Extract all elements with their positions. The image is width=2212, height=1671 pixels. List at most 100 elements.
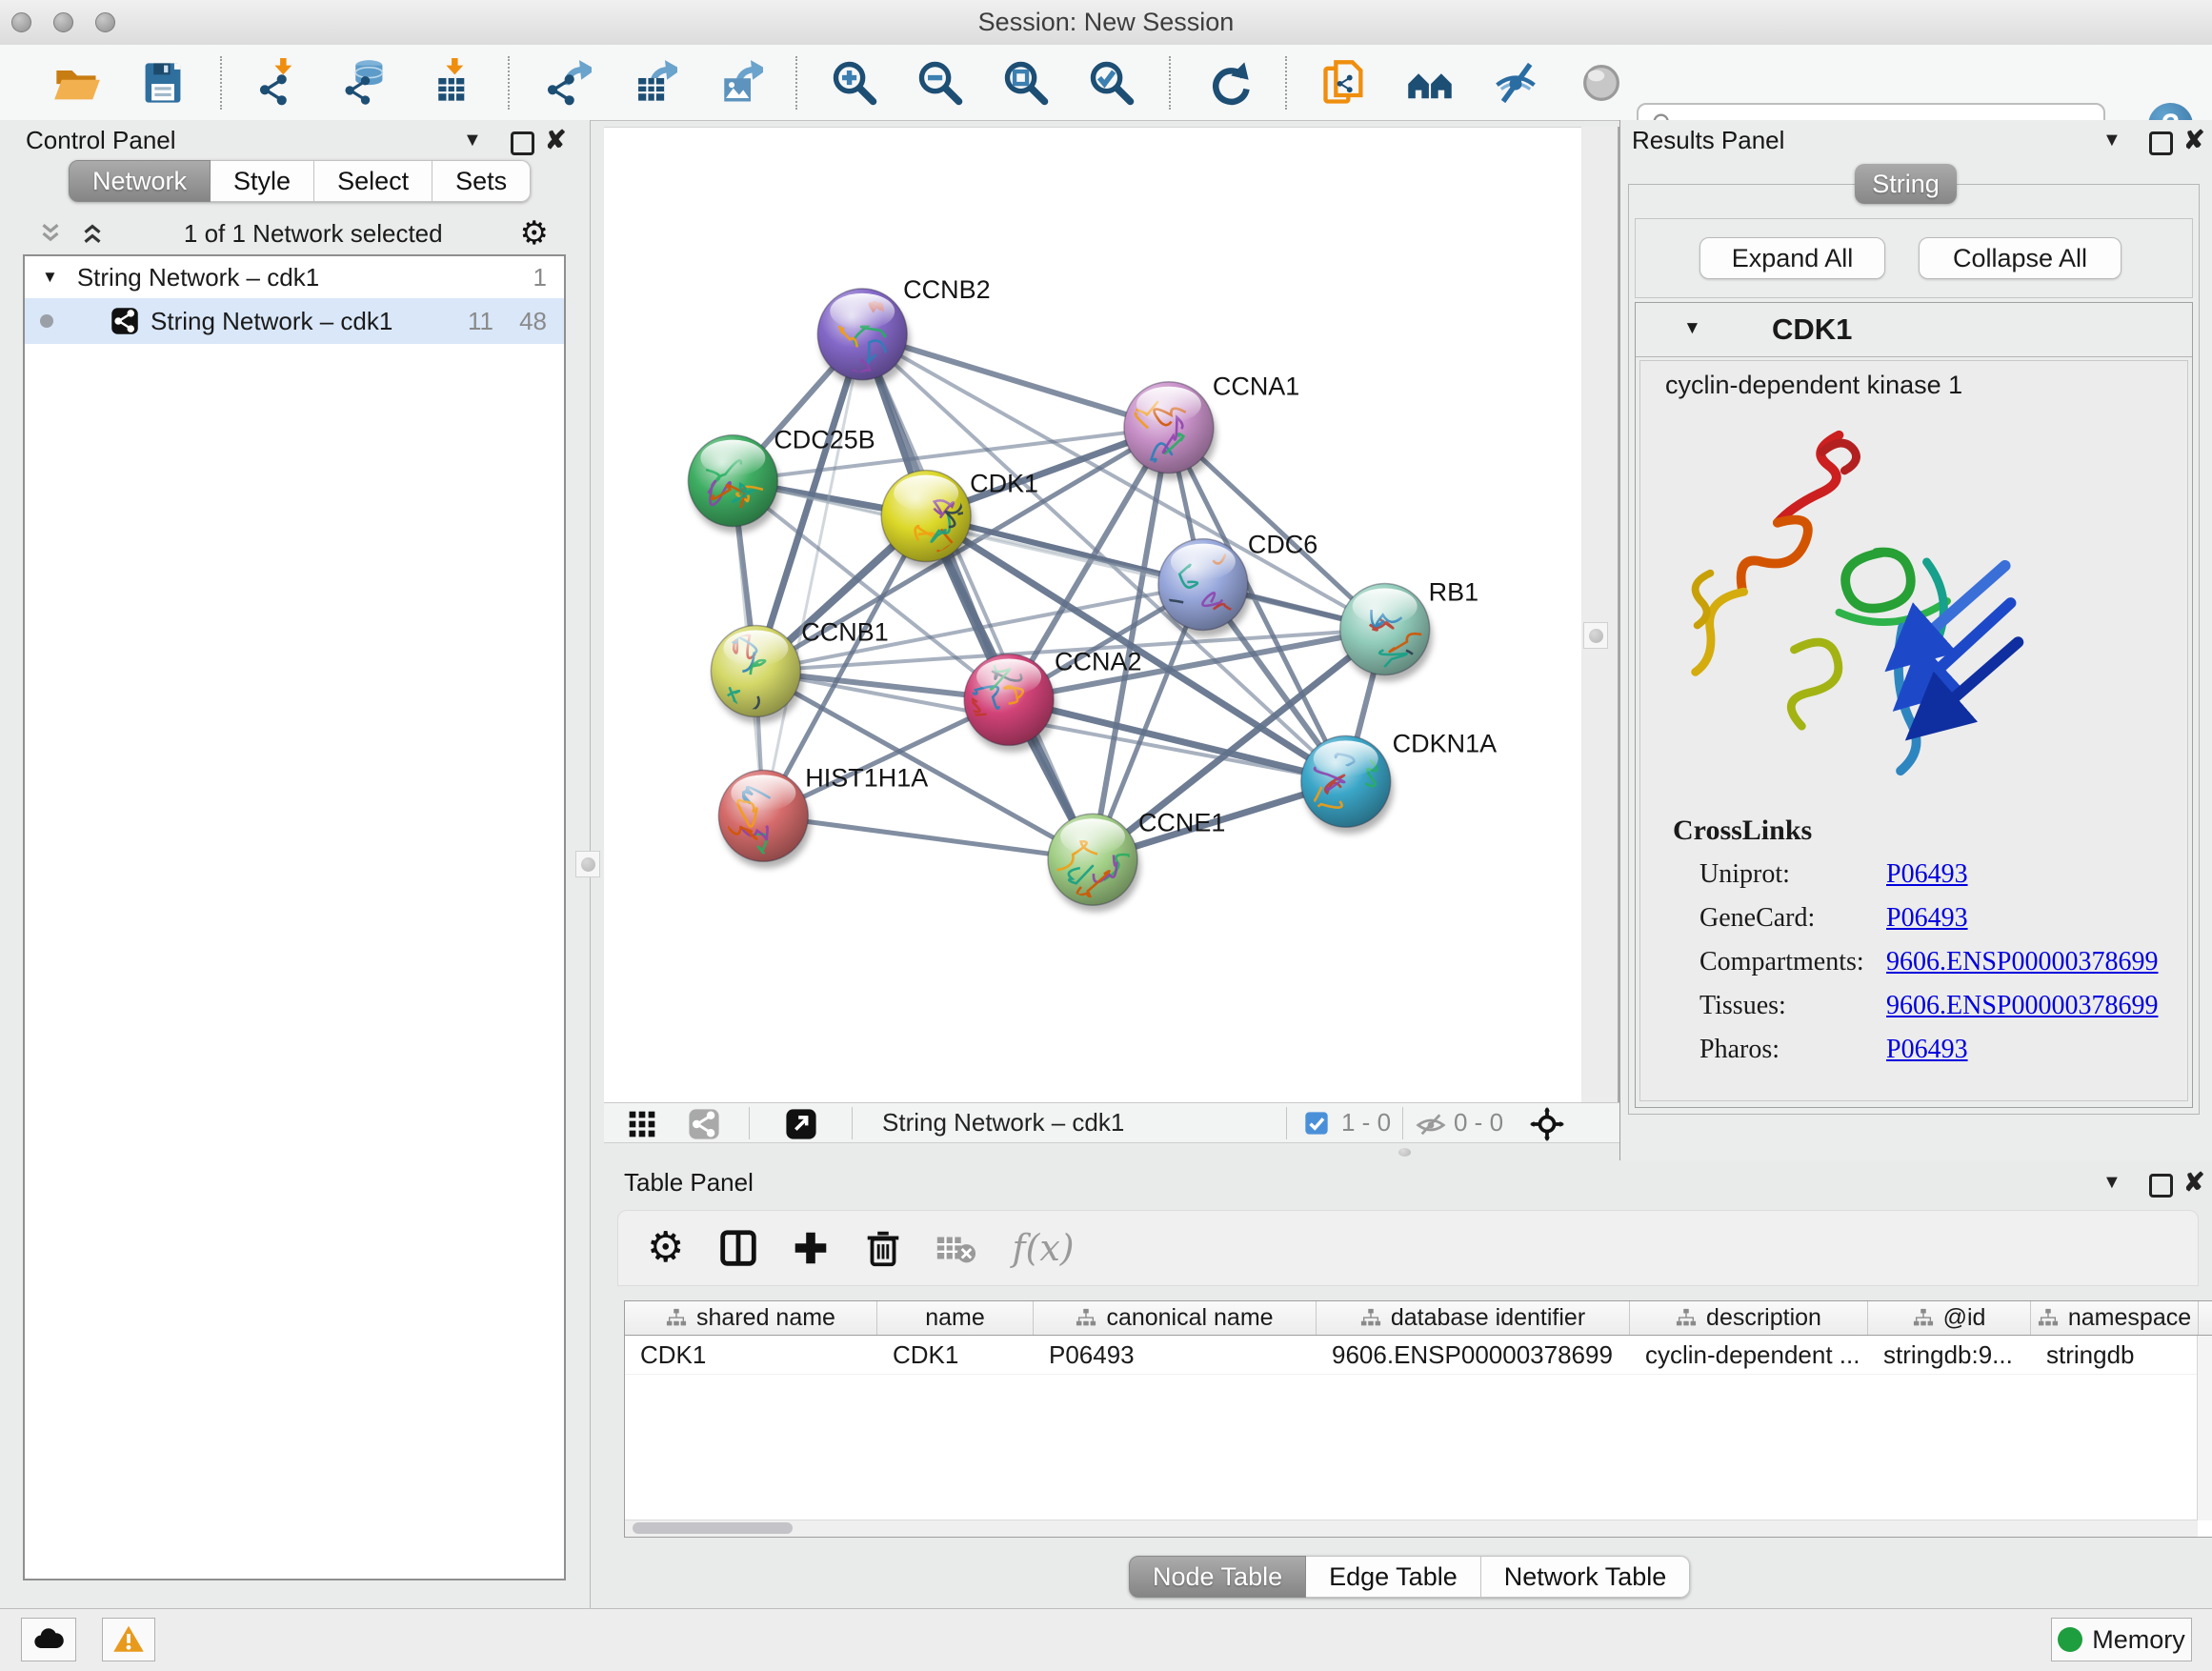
hidden-eye-slash-icon <box>1416 1110 1446 1140</box>
import-network-icon[interactable] <box>254 58 304 108</box>
show-columns-icon[interactable] <box>716 1226 760 1270</box>
selected-checkbox-icon[interactable] <box>1303 1110 1330 1137</box>
network-node-CDKN1A[interactable] <box>1301 735 1394 834</box>
eye-slash-icon[interactable] <box>1491 58 1540 108</box>
column-header--id[interactable]: @id <box>1868 1301 2031 1335</box>
tab-network-table[interactable]: Network Table <box>1481 1556 1691 1598</box>
table-panel-menu-icon[interactable]: ▼ <box>2102 1172 2122 1194</box>
save-icon[interactable] <box>138 58 188 108</box>
tab-sets[interactable]: Sets <box>432 160 531 202</box>
control-panel-close-icon[interactable]: ✘ <box>545 126 567 155</box>
table-cell[interactable]: P06493 <box>1034 1336 1317 1374</box>
right-splitter-handle[interactable] <box>1583 622 1608 649</box>
scrollbar-handle[interactable] <box>633 1522 793 1534</box>
collapse-all-chevron-icon[interactable] <box>36 219 65 248</box>
collapse-all-button[interactable]: Collapse All <box>1919 237 2122 279</box>
table-cell[interactable]: stringdb:9... <box>1868 1336 2031 1374</box>
tab-string[interactable]: String <box>1855 164 1957 204</box>
grid-view-icon[interactable] <box>627 1109 657 1139</box>
network-node-CCNA1[interactable] <box>1124 382 1217 480</box>
node-table-header: shared namenamecanonical namedatabase id… <box>625 1301 2212 1336</box>
export-image-icon[interactable] <box>714 58 763 108</box>
zoom-fit-icon[interactable] <box>1001 58 1051 108</box>
network-collection-row[interactable]: ▼ String Network – cdk1 1 <box>25 256 564 298</box>
string-view-icon[interactable] <box>688 1108 720 1140</box>
refresh-icon[interactable] <box>1203 58 1253 108</box>
network-node-CDK1[interactable] <box>881 471 974 569</box>
documents-share-icon[interactable] <box>1319 58 1369 108</box>
warnings-button[interactable] <box>102 1618 155 1661</box>
zoom-selected-icon[interactable] <box>1087 58 1136 108</box>
expand-all-button[interactable]: Expand All <box>1699 237 1885 279</box>
table-cell[interactable]: CDK1 <box>625 1336 877 1374</box>
network-view-canvas[interactable]: CCNB2CCNA1CDC25BCDK1CDC6RB1CCNB1CCNA2CDK… <box>604 127 1581 1102</box>
table-settings-gear-icon[interactable]: ⚙ <box>647 1226 684 1270</box>
results-panel-close-icon[interactable]: ✘ <box>2183 126 2205 155</box>
column-header-name[interactable]: name <box>877 1301 1034 1335</box>
expand-collapse-box: Expand All Collapse All <box>1635 218 2193 298</box>
crosslink-link[interactable]: 9606.ENSP00000378699 <box>1886 940 2158 984</box>
gene-card-header[interactable]: ▼ CDK1 <box>1636 303 2192 357</box>
table-horizontal-scrollbar[interactable] <box>625 1520 2198 1537</box>
control-panel-float-icon[interactable] <box>511 131 534 155</box>
tab-edge-table[interactable]: Edge Table <box>1306 1556 1481 1598</box>
crosslink-link[interactable]: P06493 <box>1886 1028 1968 1072</box>
gene-card-disclosure-icon[interactable]: ▼ <box>1683 318 1701 339</box>
column-header-shared-name[interactable]: shared name <box>625 1301 877 1335</box>
results-panel-menu-icon[interactable]: ▼ <box>2102 130 2122 151</box>
open-view-icon[interactable] <box>785 1108 817 1140</box>
network-edge-CCNB2-HIST1H1A[interactable] <box>763 334 862 816</box>
table-row[interactable]: CDK1CDK1P064939606.ENSP00000378699cyclin… <box>625 1336 2212 1375</box>
tab-style[interactable]: Style <box>211 160 314 202</box>
import-table-icon[interactable] <box>426 58 475 108</box>
network-node-CDC25B[interactable] <box>688 435 780 534</box>
title-bar: Session: New Session <box>0 0 2212 46</box>
crosslink-link[interactable]: P06493 <box>1886 853 1968 896</box>
column-header-namespace[interactable]: namespace <box>2031 1301 2199 1335</box>
memory-button[interactable]: Memory <box>2051 1618 2192 1661</box>
network-node-CCNB1[interactable] <box>711 625 803 724</box>
network-node-CCNE1[interactable] <box>1048 814 1140 912</box>
crosslink-link[interactable]: P06493 <box>1886 896 1968 940</box>
column-header-canonical-name[interactable]: canonical name <box>1034 1301 1317 1335</box>
results-panel-title: Results Panel <box>1632 126 1784 155</box>
export-network-icon[interactable] <box>542 58 592 108</box>
column-header-description[interactable]: description <box>1630 1301 1868 1335</box>
left-splitter-handle[interactable] <box>575 851 600 877</box>
table-panel-close-icon[interactable]: ✘ <box>2183 1168 2205 1198</box>
table-cell[interactable]: 9606.ENSP00000378699 <box>1317 1336 1630 1374</box>
results-panel-float-icon[interactable] <box>2149 131 2173 155</box>
control-panel-menu-icon[interactable]: ▼ <box>463 130 482 151</box>
houses-icon[interactable] <box>1405 58 1455 108</box>
eye-gray-icon[interactable] <box>1577 58 1626 108</box>
tab-node-table[interactable]: Node Table <box>1129 1556 1306 1598</box>
network-node-RB1[interactable] <box>1340 584 1433 682</box>
network-node-HIST1H1A[interactable] <box>718 770 811 868</box>
network-options-gear-icon[interactable]: ⚙ <box>520 214 549 252</box>
crosshair-navigate-icon[interactable] <box>1530 1107 1564 1141</box>
table-cell[interactable]: cyclin-dependent ... <box>1630 1336 1868 1374</box>
cloud-status-button[interactable] <box>21 1618 76 1661</box>
network-row-selected[interactable]: String Network – cdk1 11 48 <box>25 298 564 344</box>
crosslink-link[interactable]: 9606.ENSP00000378699 <box>1886 984 2158 1028</box>
table-panel-float-icon[interactable] <box>2149 1174 2173 1198</box>
open-folder-icon[interactable] <box>52 58 102 108</box>
export-table-icon[interactable] <box>628 58 677 108</box>
network-edge-HIST1H1A-CCNE1[interactable] <box>763 815 1093 859</box>
table-cell[interactable]: stringdb <box>2031 1336 2199 1374</box>
collection-disclosure-icon[interactable]: ▼ <box>42 268 58 287</box>
tab-network[interactable]: Network <box>69 160 211 202</box>
import-database-icon[interactable] <box>340 58 390 108</box>
add-column-icon[interactable] <box>789 1226 833 1270</box>
column-header-database-identifier[interactable]: database identifier <box>1317 1301 1630 1335</box>
status-bar: Memory <box>0 1608 2212 1671</box>
table-cell[interactable]: CDK1 <box>877 1336 1034 1374</box>
delete-column-trash-icon[interactable] <box>861 1226 905 1270</box>
cytoscape-window: Session: New Session ? Control Panel ▼ ✘… <box>0 0 2212 1671</box>
tab-select[interactable]: Select <box>314 160 432 202</box>
zoom-out-icon[interactable] <box>915 58 965 108</box>
zoom-in-icon[interactable] <box>830 58 879 108</box>
table-vertical-scrollbar[interactable] <box>2197 1336 2212 1520</box>
hierarchy-icon <box>1076 1308 1096 1329</box>
expand-all-chevron-icon[interactable] <box>78 219 107 248</box>
